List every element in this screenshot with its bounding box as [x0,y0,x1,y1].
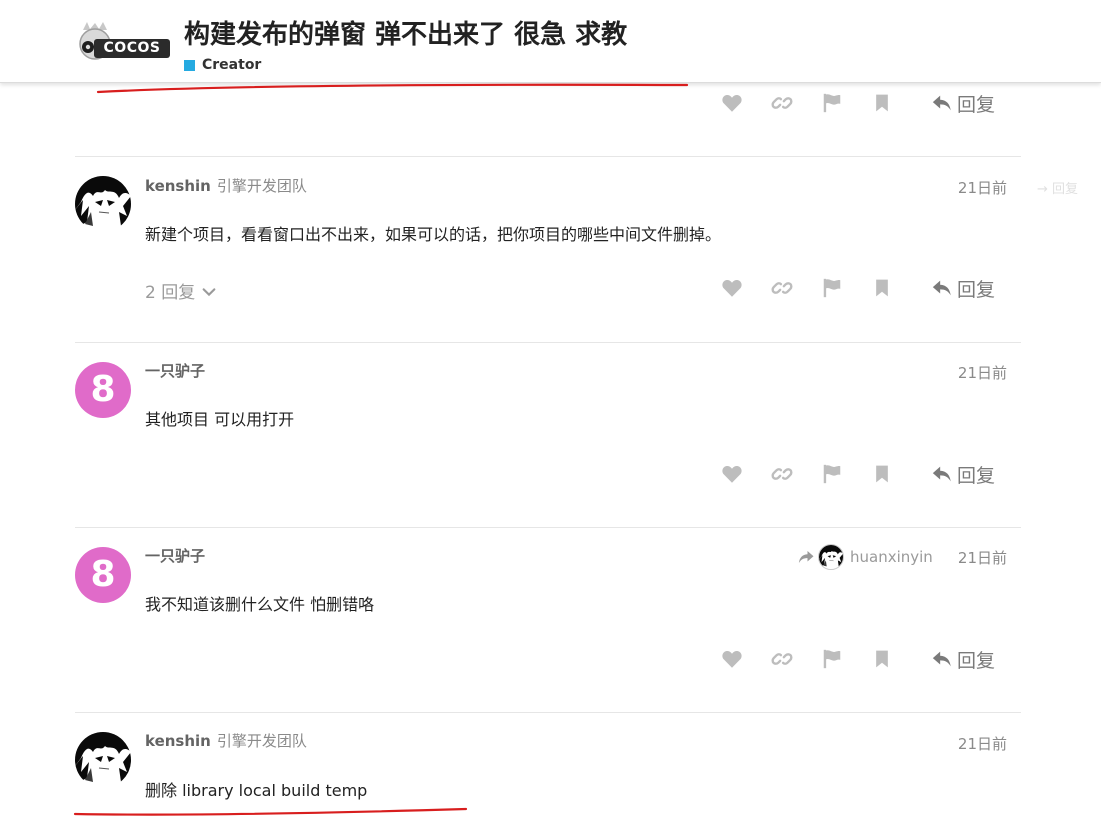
post-body: 其他项目 可以用打开 [145,410,295,429]
right-gutter-reply-link[interactable]: → 回复 [1037,178,1078,197]
annotation-underline-answer [73,807,468,816]
reply-icon [931,92,953,114]
post-body: 删除 library local build temp [145,781,368,800]
link-icon [771,92,793,114]
post-divider [75,527,1021,528]
post-author[interactable]: kenshin 引擎开发团队 [145,730,307,751]
bookmark-button[interactable] [857,459,907,489]
post-date[interactable]: 21日前 [958,362,1007,383]
share-link-button[interactable] [757,644,807,674]
heart-icon [721,92,743,114]
post-actions: 回复 [707,88,995,118]
flag-button[interactable] [807,273,857,303]
heart-icon [721,277,743,299]
category-badge[interactable]: Creator [184,57,261,73]
avatar[interactable]: 8 [75,362,131,418]
reply-button[interactable]: 回复 [931,646,995,673]
bookmark-icon [872,649,892,669]
user-title: 引擎开发团队 [216,177,307,195]
flag-icon [821,463,843,485]
heart-icon [721,648,743,670]
reply-label: 回复 [956,464,995,487]
link-icon [771,277,793,299]
bookmark-icon [872,93,892,113]
user-avatar-image [75,732,131,788]
category-color-square [184,59,195,71]
username[interactable]: kenshin [145,177,211,195]
share-link-button[interactable] [757,88,807,118]
flag-icon [821,277,843,299]
link-icon [771,463,793,485]
post-body: 我不知道该删什么文件 怕删错咯 [145,595,375,614]
page-title[interactable]: 构建发布的弹窗 弹不出来了 很急 求教 [184,14,627,51]
reply-button[interactable]: 回复 [931,461,995,488]
chevron-down-icon [201,284,217,300]
post-actions: 回复 [707,644,995,674]
user-avatar-image [75,176,131,232]
replies-toggle-button[interactable]: 2 回复 [145,278,217,303]
post-divider [75,342,1021,343]
reply-arrow-icon [797,548,815,566]
like-button[interactable] [707,88,757,118]
bookmark-icon [872,464,892,484]
avatar[interactable] [75,176,131,232]
bookmark-button[interactable] [857,644,907,674]
reply-to-avatar [818,544,844,570]
share-link-button[interactable] [757,459,807,489]
post-author[interactable]: kenshin 引擎开发团队 [145,175,307,196]
reply-to-username: huanxinyin [850,548,933,566]
post-body: 新建个项目，看看窗口出不出来，如果可以的话，把你项目的哪些中间文件删掉。 [145,225,722,244]
avatar[interactable]: 8 [75,547,131,603]
heart-icon [721,463,743,485]
flag-button[interactable] [807,459,857,489]
post-date[interactable]: 21日前 [958,177,1007,198]
category-label: Creator [202,57,262,73]
flag-button[interactable] [807,644,857,674]
user-avatar-image [819,545,843,569]
replies-count-label: 2 回复 [145,283,196,303]
reply-icon [931,463,953,485]
flag-icon [821,648,843,670]
reply-to-indicator[interactable]: huanxinyin [797,544,933,570]
user-title: 引擎开发团队 [216,732,307,750]
annotation-underline-title [96,83,689,94]
like-button[interactable] [707,644,757,674]
reply-icon [931,277,953,299]
like-button[interactable] [707,273,757,303]
avatar[interactable] [75,732,131,788]
post-divider [75,712,1021,713]
link-icon [771,648,793,670]
post-divider [75,156,1021,157]
username[interactable]: 一只驴子 [145,362,205,380]
post-actions: 回复 [707,459,995,489]
bookmark-icon [872,278,892,298]
reply-button[interactable]: 回复 [931,90,995,117]
post-date[interactable]: 21日前 [958,733,1007,754]
reply-button[interactable]: 回复 [931,275,995,302]
post-date[interactable]: 21日前 [958,547,1007,568]
reply-label: 回复 [956,278,995,301]
post-author[interactable]: 一只驴子 [145,545,205,566]
bookmark-button[interactable] [857,273,907,303]
username[interactable]: kenshin [145,732,211,750]
post-author[interactable]: 一只驴子 [145,360,205,381]
reply-icon [931,648,953,670]
reply-label: 回复 [956,649,995,672]
logo-wordmark: COCOS [94,39,170,58]
username[interactable]: 一只驴子 [145,547,205,565]
post-actions: 回复 [707,273,995,303]
bookmark-button[interactable] [857,88,907,118]
share-link-button[interactable] [757,273,807,303]
cocos-logo[interactable]: COCOS [72,18,172,62]
flag-button[interactable] [807,88,857,118]
topic-header: COCOS 构建发布的弹窗 弹不出来了 很急 求教 Creator [0,0,1101,83]
flag-icon [821,92,843,114]
reply-label: 回复 [956,93,995,116]
like-button[interactable] [707,459,757,489]
